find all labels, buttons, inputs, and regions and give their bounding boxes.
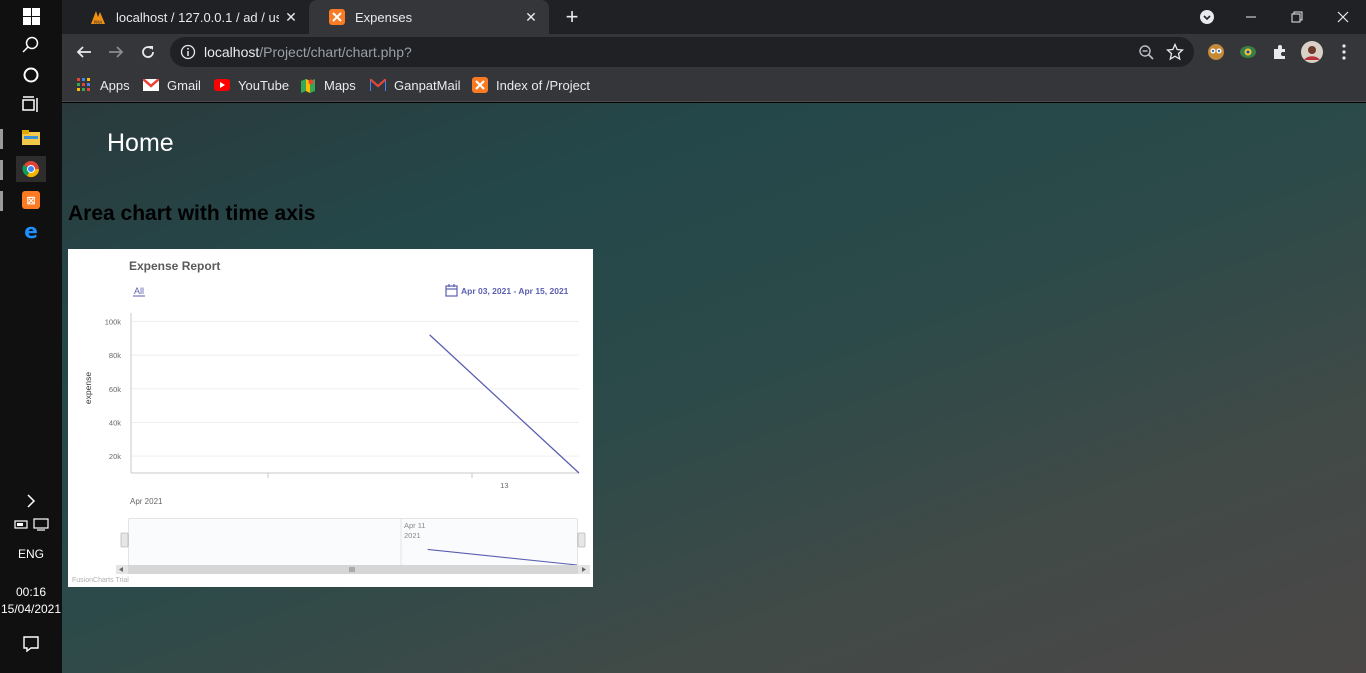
url-host: localhost	[204, 44, 260, 60]
tab-expenses[interactable]: Expenses ✕	[309, 0, 549, 34]
tab-phpmyadmin[interactable]: PMA localhost / 127.0.0.1 / ad / user_l …	[70, 0, 309, 34]
bookmark-label: YouTube	[238, 77, 290, 93]
tab-title: Expenses	[355, 9, 413, 25]
back-icon[interactable]	[72, 40, 96, 64]
youtube-icon	[214, 77, 230, 93]
x-tick-label: 13	[500, 481, 508, 490]
close-window-icon[interactable]	[1320, 0, 1366, 34]
xampp-icon	[329, 9, 345, 25]
url-path: /Project/chart/chart.php?	[259, 44, 412, 60]
calendar-icon[interactable]	[445, 284, 458, 297]
extensions-puzzle-icon[interactable]	[1269, 41, 1291, 63]
y-axis-label: expense	[83, 372, 93, 404]
close-tab-icon[interactable]: ✕	[519, 9, 543, 26]
chrome-taskbar-icon[interactable]	[0, 156, 46, 182]
bookmark-index-project[interactable]: Index of /Project	[472, 77, 590, 93]
y-tick-label: 100k	[105, 317, 122, 326]
navigator-right-handle[interactable]	[577, 532, 586, 548]
y-axis-ticks: 20k 40k 60k 80k 100k	[105, 317, 122, 461]
windows-start-icon[interactable]	[16, 3, 46, 29]
language-indicator[interactable]: ENG	[0, 547, 62, 561]
bookmark-maps[interactable]: Maps	[300, 77, 356, 93]
expense-chart: Expense Report All Apr 03, 2021 - Apr 15…	[68, 249, 593, 587]
page-content: Home Area chart with time axis Expense R…	[62, 103, 1366, 673]
bookmark-label: Index of /Project	[496, 77, 590, 93]
chart-series	[429, 334, 580, 474]
site-info-icon[interactable]	[180, 44, 196, 65]
forward-icon[interactable]	[104, 40, 128, 64]
zoom-out-icon[interactable]	[1138, 44, 1154, 65]
profile-dropdown-icon[interactable]	[1184, 0, 1230, 34]
y-tick-label: 20k	[109, 452, 121, 461]
clock-date[interactable]: 15/04/2021	[0, 602, 62, 616]
battery-network-icons[interactable]	[12, 512, 52, 538]
navigator-label: Apr 11	[404, 521, 426, 530]
navigator-left-handle[interactable]	[120, 532, 129, 548]
chart-title: Expense Report	[129, 259, 220, 273]
watermark: FusionCharts Trial	[72, 577, 129, 584]
minimize-icon[interactable]	[1228, 0, 1274, 34]
extension-1-icon[interactable]	[1205, 41, 1227, 63]
svg-text:PMA: PMA	[94, 20, 103, 25]
y-tick-label: 60k	[109, 385, 121, 394]
y-tick-label: 40k	[109, 418, 121, 427]
xampp-taskbar-icon[interactable]: ⊠	[0, 187, 46, 213]
bookmark-label: Apps	[100, 77, 130, 93]
home-link[interactable]: Home	[107, 129, 174, 158]
svg-text:⊠: ⊠	[26, 194, 35, 207]
address-bar[interactable]: localhost/Project/chart/chart.php?	[170, 37, 1194, 67]
extension-2-icon[interactable]	[1237, 41, 1259, 63]
close-tab-icon[interactable]: ✕	[279, 9, 303, 26]
bookmark-gmail[interactable]: Gmail	[143, 77, 201, 93]
chevron-right-icon[interactable]	[16, 488, 46, 514]
new-tab-button[interactable]: +	[560, 5, 584, 29]
bookmarks-bar: Apps Gmail YouTube Maps GanpatMail Index…	[62, 70, 1366, 102]
menu-kebab-icon[interactable]	[1333, 41, 1355, 63]
svg-text:e: e	[24, 222, 38, 240]
maps-icon	[300, 77, 316, 93]
gmail-icon	[143, 77, 159, 93]
range-all-button[interactable]: All	[134, 286, 144, 296]
navigator-label: 2021	[404, 531, 421, 540]
cortana-icon[interactable]	[16, 62, 46, 88]
page-title: Area chart with time axis	[68, 202, 316, 225]
bookmark-apps[interactable]: Apps	[76, 77, 130, 93]
bookmark-label: GanpatMail	[394, 77, 461, 93]
chrome-window: PMA localhost / 127.0.0.1 / ad / user_l …	[62, 0, 1366, 673]
date-range-selector[interactable]: Apr 03, 2021 - Apr 15, 2021	[461, 286, 569, 296]
scrollbar-thumb[interactable]	[128, 565, 578, 574]
task-view-icon[interactable]	[16, 92, 46, 118]
url-text[interactable]: localhost/Project/chart/chart.php?	[204, 44, 412, 60]
tab-strip: PMA localhost / 127.0.0.1 / ad / user_l …	[62, 0, 1366, 34]
apps-grid-icon	[76, 77, 92, 93]
y-tick-label: 80k	[109, 351, 121, 360]
file-explorer-icon[interactable]	[0, 125, 46, 151]
avatar[interactable]	[1301, 41, 1323, 63]
chart-grid	[131, 320, 579, 457]
ganpatmail-icon	[370, 77, 386, 93]
restore-icon[interactable]	[1274, 0, 1320, 34]
bookmark-youtube[interactable]: YouTube	[214, 77, 289, 93]
chart-svg: Expense Report All Apr 03, 2021 - Apr 15…	[72, 259, 590, 584]
x-period-label: Apr 2021	[130, 497, 163, 506]
notifications-icon[interactable]	[16, 631, 46, 657]
xampp-icon	[472, 77, 488, 93]
x-axis-ticks: 13	[500, 481, 508, 490]
browser-toolbar: localhost/Project/chart/chart.php?	[62, 34, 1366, 70]
clock-time[interactable]: 00:16	[0, 585, 62, 599]
search-icon[interactable]	[16, 32, 46, 58]
reload-icon[interactable]	[136, 40, 160, 64]
bookmark-star-icon[interactable]	[1165, 42, 1185, 66]
bookmark-label: Maps	[324, 77, 356, 93]
bookmark-label: Gmail	[167, 77, 201, 93]
windows-taskbar: ⊠ e ENG 00:16 15/04/2021	[0, 0, 62, 673]
tab-title: localhost / 127.0.0.1 / ad / user_l	[116, 9, 279, 25]
bookmark-ganpatmail[interactable]: GanpatMail	[370, 77, 460, 93]
series-line	[429, 334, 580, 474]
phpmyadmin-icon: PMA	[90, 9, 106, 25]
edge-icon[interactable]: e	[16, 218, 46, 244]
